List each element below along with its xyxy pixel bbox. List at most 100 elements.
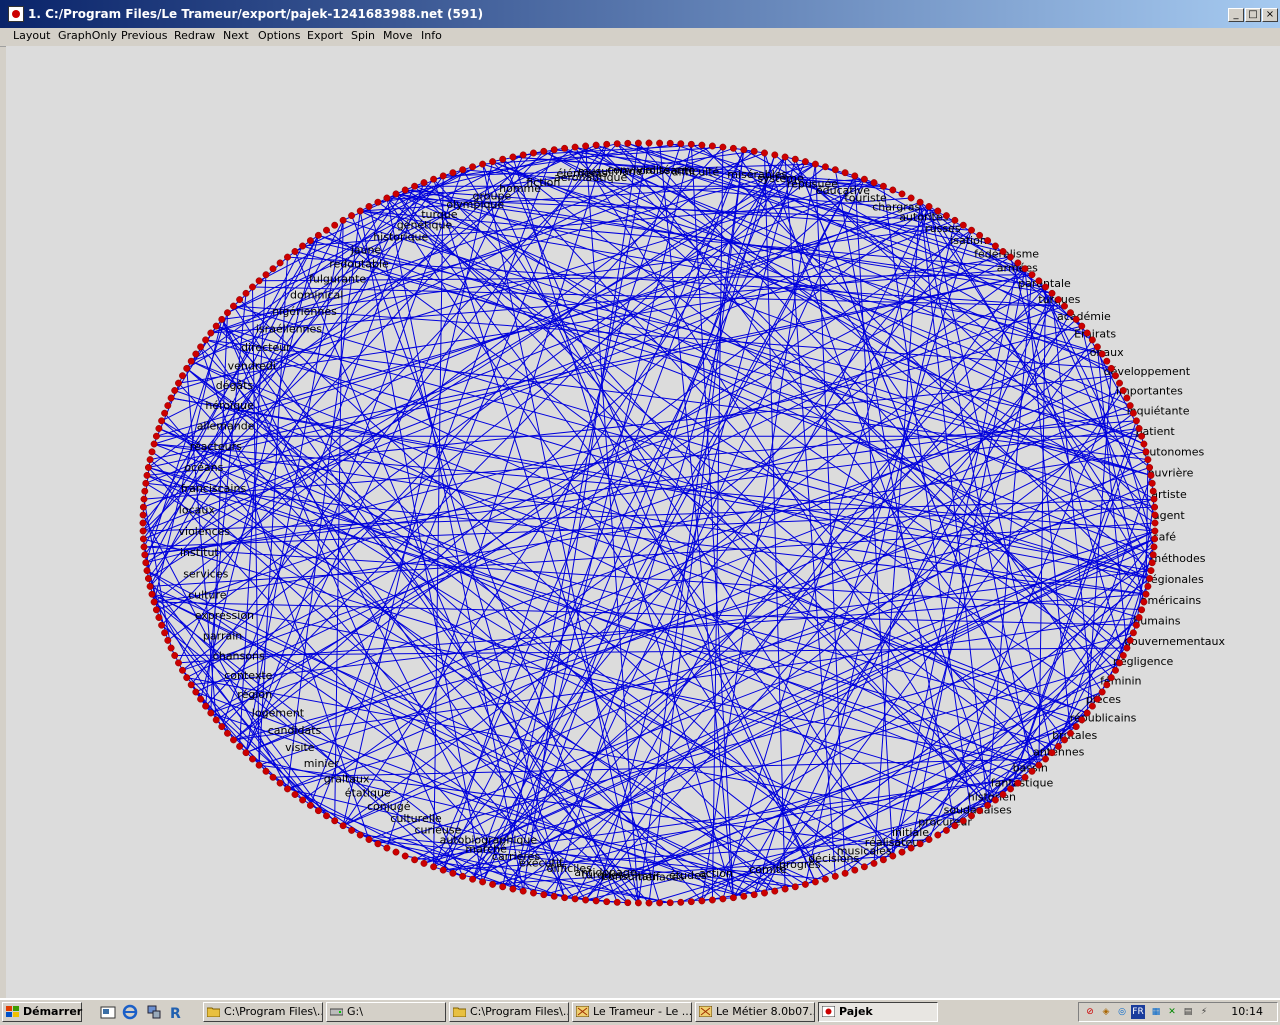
graph-node[interactable] [299,242,307,250]
graph-node[interactable] [197,343,205,351]
task-program-files-2[interactable]: C:\Program Files\... [449,1002,569,1022]
graph-node[interactable] [677,140,685,148]
graph-node[interactable] [942,212,950,220]
graph-node[interactable] [212,716,220,724]
graph-node[interactable] [959,221,967,229]
graph-node[interactable] [771,887,779,895]
graph-node[interactable] [1035,761,1043,769]
graph-node[interactable] [687,140,695,148]
graph-node[interactable] [183,364,191,372]
graph-node[interactable] [1129,409,1137,417]
graph-node[interactable] [592,897,600,905]
graph-node[interactable] [339,216,347,224]
graph-node[interactable] [139,503,147,511]
graph-node[interactable] [831,872,839,880]
graph-node[interactable] [841,869,849,877]
graph-node[interactable] [141,487,149,495]
graph-node[interactable] [236,742,244,750]
graph-node[interactable] [1144,582,1152,590]
graph-node[interactable] [164,636,172,644]
graph-node[interactable] [152,606,160,614]
graph-node[interactable] [142,479,150,487]
graph-node[interactable] [1151,535,1159,543]
graph-node[interactable] [841,169,849,177]
graph-node[interactable] [984,237,992,245]
graph-node[interactable] [898,848,906,856]
graph-node[interactable] [1119,387,1127,394]
graph-node[interactable] [1048,749,1056,757]
graph-node[interactable] [870,179,878,187]
menu-previous[interactable]: Previous [121,29,168,42]
graph-node[interactable] [1112,372,1119,380]
graph-node[interactable] [634,139,642,147]
graph-node[interactable] [750,147,758,155]
graph-node[interactable] [942,826,950,834]
graph-node[interactable] [729,144,737,152]
graph-node[interactable] [1150,543,1158,551]
graph-node[interactable] [331,221,339,229]
graph-node[interactable] [1132,621,1140,629]
graph-node[interactable] [687,898,695,906]
graph-node[interactable] [571,895,579,903]
graph-node[interactable] [1083,709,1091,717]
graph-node[interactable] [889,186,897,194]
graph-node[interactable] [708,142,716,150]
graph-node[interactable] [831,166,839,174]
graph-node[interactable] [1067,309,1074,317]
graph-node[interactable] [155,614,163,621]
graph-node[interactable] [202,336,210,344]
graph-node[interactable] [1146,575,1154,582]
graph-node[interactable] [781,153,789,161]
graph-node[interactable] [991,242,999,250]
graph-node[interactable] [392,848,400,856]
graph-node[interactable] [719,143,727,151]
graph-node[interactable] [187,681,195,689]
antivirus-icon[interactable]: ⊘ [1083,1005,1097,1019]
graph-node[interactable] [781,885,789,893]
graph-node[interactable] [509,885,517,893]
graph-node[interactable] [821,163,829,171]
graph-node[interactable] [479,878,487,886]
graph-node[interactable] [879,182,887,190]
graph-node[interactable] [152,432,160,440]
graph-node[interactable] [142,559,150,567]
graph-node[interactable] [291,791,299,798]
graph-node[interactable] [624,899,632,907]
task-pajek[interactable]: Pajek [818,1002,938,1022]
graph-node[interactable] [1021,773,1029,781]
task-program-files-1[interactable]: C:\Program Files\... [203,1002,323,1022]
graph-node[interactable] [383,194,391,202]
graph-node[interactable] [1148,479,1156,487]
graph-node[interactable] [158,621,166,629]
graph-node[interactable] [719,895,727,903]
graph-node[interactable] [171,652,179,659]
graph-node[interactable] [158,417,166,425]
graph-node[interactable] [677,898,685,906]
start-button[interactable]: Démarrer [2,1002,82,1022]
graph-node[interactable] [916,198,924,206]
graph-node[interactable] [811,160,819,168]
graph-node[interactable] [430,863,438,871]
graph-node[interactable] [999,248,1007,255]
graph-node[interactable] [139,519,147,527]
graph-node[interactable] [439,866,447,874]
task-le-trameur[interactable]: Le Trameur - Le ... [572,1002,692,1022]
graph-node[interactable] [230,302,237,310]
graph-node[interactable] [143,471,151,479]
graph-node[interactable] [242,749,250,757]
graph-node[interactable] [314,231,322,239]
graph-node[interactable] [740,146,748,154]
graph-node[interactable] [269,265,277,273]
graph-node[interactable] [1083,329,1091,337]
graph-node[interactable] [420,179,428,187]
graph-node[interactable] [550,146,558,154]
graph-node[interactable] [1151,527,1159,535]
menu-redraw[interactable]: Redraw [174,29,215,42]
menu-options[interactable]: Options [258,29,300,42]
graph-node[interactable] [1072,315,1080,323]
graph-node[interactable] [1146,464,1154,471]
graph-node[interactable] [1142,448,1150,456]
graph-node[interactable] [916,840,924,848]
graph-node[interactable] [571,143,579,151]
graph-node[interactable] [879,856,887,864]
